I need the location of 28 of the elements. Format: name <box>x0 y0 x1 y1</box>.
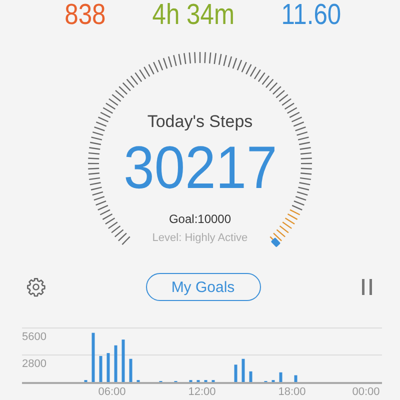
bar <box>129 358 132 382</box>
stat-value: 838 <box>65 0 106 30</box>
bar <box>294 375 298 382</box>
x-axis-label: 06:00 <box>98 386 126 398</box>
bar <box>99 356 102 382</box>
my-goals-button[interactable]: My Goals <box>146 273 260 301</box>
bar <box>114 345 118 382</box>
stat-value: 4h 34m <box>152 0 234 30</box>
level-marker <box>270 237 281 248</box>
bar <box>234 364 238 382</box>
bar <box>242 358 245 382</box>
step-count: 30217 <box>123 136 277 200</box>
steps-title: Today's Steps <box>147 112 253 132</box>
settings-icon[interactable] <box>26 277 46 297</box>
bar <box>92 332 95 382</box>
x-axis-label: 18:00 <box>278 386 306 398</box>
y-axis-label: 2800 <box>22 358 46 370</box>
x-axis-label: 12:00 <box>188 386 216 398</box>
pause-icon[interactable] <box>360 278 374 296</box>
y-axis-label: 5600 <box>22 331 46 343</box>
activity-level: Level: Highly Active <box>152 232 248 244</box>
bar <box>249 371 252 382</box>
bar <box>279 372 282 382</box>
bar <box>106 353 110 382</box>
x-axis-label: 00:00 <box>352 386 380 398</box>
stat-value: 11.60 <box>281 0 342 30</box>
goal-text: Goal:10000 <box>168 212 232 226</box>
bar <box>122 340 125 382</box>
